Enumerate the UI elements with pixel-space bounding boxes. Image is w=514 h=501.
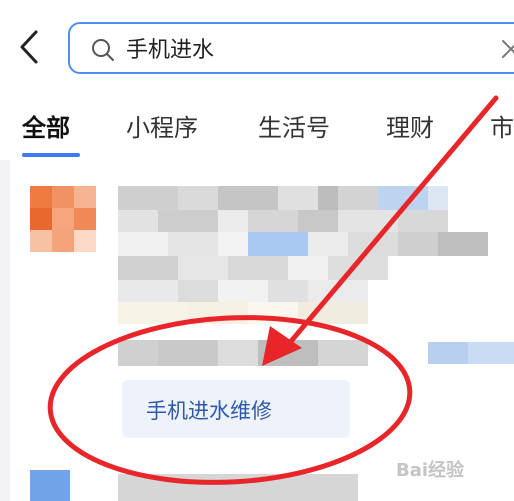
tab-more[interactable]: 市 [490,108,514,143]
watermark: Bai经验 [396,456,506,482]
chevron-left-icon [20,30,38,64]
tab-all[interactable]: 全部 [22,108,70,143]
tab-finance[interactable]: 理财 [386,108,434,143]
back-button[interactable] [10,24,50,70]
close-icon[interactable] [500,38,514,60]
avatar[interactable] [30,186,96,252]
next-result-content[interactable] [118,474,358,501]
category-tabs: 全部 小程序 生活号 理财 市 [0,100,514,160]
suggestion-chip[interactable]: 手机进水维修 [122,380,350,438]
search-icon [92,39,114,61]
next-result-avatar[interactable] [30,470,70,501]
search-input[interactable] [126,30,486,66]
suggestion-label: 手机进水维修 [146,399,272,423]
tab-mini-programs[interactable]: 小程序 [126,108,198,143]
blurred-result-content[interactable] [118,186,514,366]
active-tab-indicator [22,153,80,157]
search-box[interactable] [68,22,514,74]
watermark-text: Bai经验 [396,460,465,481]
top-bar: 全部 小程序 生活号 理财 市 [0,0,514,160]
tab-life-accounts[interactable]: 生活号 [258,108,330,143]
